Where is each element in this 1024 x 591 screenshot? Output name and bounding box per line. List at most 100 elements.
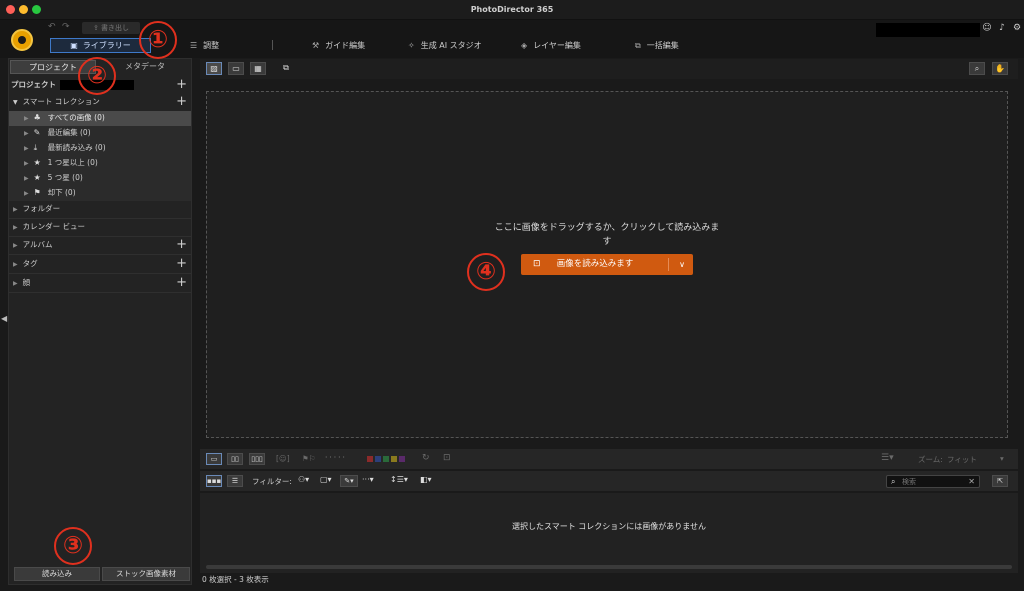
filmstrip-layout-icon[interactable]: ▭ xyxy=(206,453,222,465)
import-button[interactable]: 読み込み xyxy=(14,567,100,581)
add-face-icon[interactable]: + xyxy=(176,276,187,290)
caret-right-icon: ▶ xyxy=(13,224,18,231)
filmstrip-scrollbar[interactable] xyxy=(206,565,1012,569)
color-label-blue[interactable] xyxy=(375,456,381,462)
search-input[interactable] xyxy=(902,477,962,487)
drop-message-line: す xyxy=(602,237,612,247)
caret-right-icon: ▶ xyxy=(13,242,18,249)
smart-item-five-star[interactable]: ▶ ★ 5 つ星 (0) xyxy=(9,171,191,186)
tab-layer-edit[interactable]: ◈ レイヤー編集 xyxy=(521,40,581,51)
tab-batch-edit[interactable]: ⧉ 一括編集 xyxy=(635,40,679,51)
crop-icon[interactable]: ⊡ xyxy=(443,453,451,463)
triple-layout-icon[interactable]: ▯▯▯ xyxy=(249,453,265,465)
project-label: プロジェクト xyxy=(11,80,56,89)
zoom-dropdown-icon[interactable]: ▾ xyxy=(1000,454,1004,463)
gear-icon[interactable]: ⚙ xyxy=(1012,23,1022,33)
tab-ai-studio[interactable]: ✧ 生成 AI スタジオ xyxy=(408,40,482,51)
add-album-icon[interactable]: + xyxy=(176,238,187,252)
shape-filter-icon[interactable]: ▢▾ xyxy=(320,475,332,484)
people-filter-icon[interactable]: ⚇▾ xyxy=(298,475,309,484)
section-album[interactable]: ▶ アルバム + xyxy=(9,238,191,252)
split-layout-icon[interactable]: ▯▯ xyxy=(227,453,243,465)
thumbnail-view-icon[interactable]: ▪▪▪ xyxy=(206,475,222,487)
section-face[interactable]: ▶ 顔 + xyxy=(9,276,191,290)
color-label-green[interactable] xyxy=(383,456,389,462)
clear-search-icon[interactable]: ✕ xyxy=(968,476,975,488)
filmstrip-panel xyxy=(200,493,1018,573)
recent-edit-icon: ✎ xyxy=(33,128,41,137)
flag-icon[interactable]: ⚑⚐ xyxy=(302,454,315,463)
search-field[interactable]: ⌕ ✕ xyxy=(886,475,980,488)
compare-icon[interactable]: ⧉ xyxy=(278,62,294,75)
divider xyxy=(9,254,191,255)
add-tag-icon[interactable]: + xyxy=(176,257,187,271)
smart-item-rejected[interactable]: ▶ ⚑ 却下 (0) xyxy=(9,186,191,201)
star-icon: ★ xyxy=(33,158,41,167)
view-grid-icon[interactable]: ▦ xyxy=(250,62,266,75)
smart-item-label: 却下 (0) xyxy=(47,188,76,197)
color-label-red[interactable] xyxy=(367,456,373,462)
library-icon: ▣ xyxy=(70,41,78,50)
star-icon: ★ xyxy=(33,173,41,182)
collapse-panel-icon[interactable]: ◀ xyxy=(1,314,7,323)
tab-adjust[interactable]: ☰ 調整 xyxy=(190,40,219,51)
app-logo-icon xyxy=(11,29,33,51)
tab-guided-edit[interactable]: ⚒ ガイド編集 xyxy=(312,40,365,51)
caret-down-icon: ▼ xyxy=(13,99,18,106)
section-folder[interactable]: ▶ フォルダー xyxy=(9,202,191,216)
divider xyxy=(9,236,191,237)
caret-right-icon: ▶ xyxy=(24,175,29,182)
smart-item-one-star[interactable]: ▶ ★ 1 つ星以上 (0) xyxy=(9,156,191,171)
annotation-3: ③ xyxy=(54,527,92,565)
rating-dots-icon[interactable]: ····· xyxy=(325,453,347,462)
drop-message: ここに画像をドラッグするか、クリックして読み込みま す xyxy=(470,221,744,249)
undo-icon[interactable]: ↶ xyxy=(48,22,56,32)
import-images-button[interactable]: ⊡ 画像を読み込みます ∨ xyxy=(521,254,693,275)
sort-options-icon[interactable]: ☰▾ xyxy=(881,453,894,463)
zoom-label: ズーム: xyxy=(918,455,943,464)
zoom-tool-icon[interactable]: ⌕ xyxy=(969,62,985,75)
smart-item-latest-import[interactable]: ▶ ⤓ 最新読み込み (0) xyxy=(9,141,191,156)
import-icon: ⤓ xyxy=(33,143,38,152)
hand-tool-icon[interactable]: ✋ xyxy=(992,62,1008,75)
caret-right-icon: ▶ xyxy=(13,280,18,287)
stock-images-button[interactable]: ストック画像素材 xyxy=(102,567,190,581)
reject-flag-icon: ⚑ xyxy=(33,188,41,197)
annotation-4: ④ xyxy=(467,253,505,291)
sort-order-icon[interactable]: ↕☰▾ xyxy=(390,475,408,484)
redo-icon[interactable]: ↷ xyxy=(62,22,70,32)
section-label: フォルダー xyxy=(22,204,61,213)
smart-item-recent-edits[interactable]: ▶ ✎ 最近編集 (0) xyxy=(9,126,191,141)
batch-icon: ⧉ xyxy=(635,41,641,50)
wand-icon: ⚒ xyxy=(312,41,320,50)
smart-collection-header[interactable]: ▼ スマート コレクション + xyxy=(9,95,191,109)
color-label-yellow[interactable] xyxy=(391,456,397,462)
smart-item-all-images[interactable]: ▶ ♣ すべての画像 (0) xyxy=(9,111,191,126)
section-tag[interactable]: ▶ タグ + xyxy=(9,257,191,271)
add-smart-collection-icon[interactable]: + xyxy=(176,95,187,109)
open-external-icon[interactable]: ⇱ xyxy=(992,475,1008,487)
face-tag-icon[interactable]: [☺] xyxy=(276,454,290,463)
empty-collection-message: 選択したスマート コレクションには画像がありません xyxy=(511,522,707,531)
zoom-value[interactable]: フィット xyxy=(947,454,977,465)
stack-icon[interactable]: ◧▾ xyxy=(420,475,432,484)
rotate-icon[interactable]: ↻ xyxy=(422,453,430,463)
section-calendar-view[interactable]: ▶ カレンダー ビュー xyxy=(9,220,191,234)
edit-filter-icon[interactable]: ✎▾ xyxy=(340,475,358,487)
view-single-icon[interactable]: ▭ xyxy=(228,62,244,75)
add-project-icon[interactable]: + xyxy=(176,78,187,92)
list-view-icon[interactable]: ☰ xyxy=(227,475,243,487)
tab-ai-studio-label: 生成 AI スタジオ xyxy=(420,41,482,50)
annotation-1: ① xyxy=(139,21,177,59)
account-icon[interactable]: ☺ xyxy=(982,23,992,33)
chevron-down-icon[interactable]: ∨ xyxy=(679,254,685,275)
tab-library[interactable]: ▣ ライブラリー xyxy=(50,38,151,53)
export-button[interactable]: ⇪ 書き出し xyxy=(82,22,140,34)
filter-label: フィルター: xyxy=(252,477,292,486)
bell-icon[interactable]: ♪ xyxy=(997,23,1007,33)
drop-message-line: ここに画像をドラッグするか、クリックして読み込みま xyxy=(494,223,720,233)
more-filter-icon[interactable]: ···▾ xyxy=(362,475,374,484)
color-label-purple[interactable] xyxy=(399,456,405,462)
view-browse-icon[interactable]: ▨ xyxy=(206,62,222,75)
smart-item-label: 最近編集 (0) xyxy=(47,128,91,137)
